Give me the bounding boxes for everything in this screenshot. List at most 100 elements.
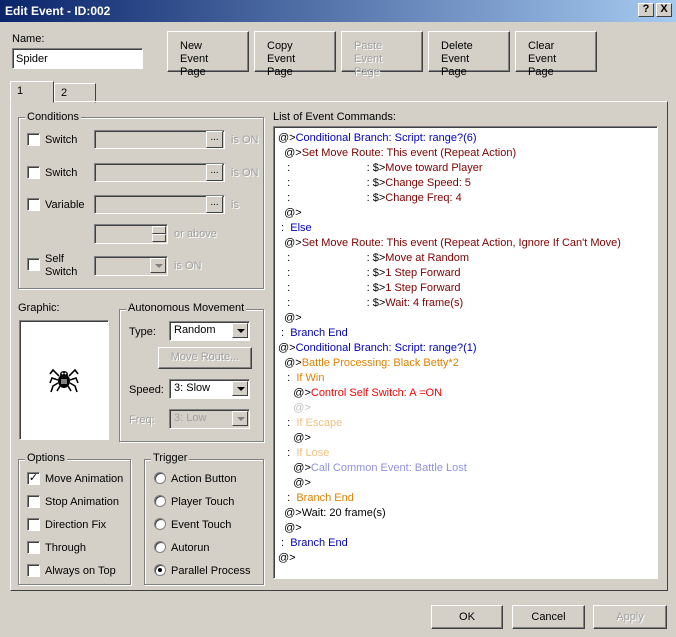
trigger-action-button-radio[interactable] <box>154 472 166 484</box>
name-label: Name: <box>12 33 45 45</box>
trigger-autorun-radio[interactable] <box>154 541 166 553</box>
move-type-select[interactable]: Random <box>169 321 250 341</box>
always-on-top-checkbox[interactable] <box>27 564 40 577</box>
chevron-down-icon <box>232 411 248 426</box>
speed-select[interactable]: 3: Slow <box>169 379 250 399</box>
command-prefix: @> <box>278 522 302 534</box>
command-line[interactable]: : : $>Change Speed: 5 <box>278 176 471 191</box>
command-line[interactable]: : : $>Move toward Player <box>278 161 482 176</box>
command-text: Control Self Switch: A =ON <box>310 387 443 399</box>
command-line[interactable]: : Branch End <box>278 536 348 551</box>
trigger-action-button-label: Action Button <box>171 473 237 485</box>
tab-page-1-label: 1 <box>17 85 24 97</box>
stop-animation-checkbox[interactable] <box>27 495 40 508</box>
command-prefix: @> <box>278 507 302 519</box>
command-line[interactable]: @> <box>278 551 296 566</box>
command-text: Branch End <box>296 492 354 504</box>
variable-browse-button[interactable]: ... <box>206 196 223 213</box>
command-prefix: @> <box>278 342 296 354</box>
title-bar[interactable]: Edit Event - ID:002 ? X <box>0 0 676 22</box>
through-checkbox[interactable] <box>27 541 40 554</box>
switch2-checkbox[interactable] <box>27 166 40 179</box>
command-line[interactable]: : Branch End <box>278 491 354 506</box>
trigger-event-touch-label: Event Touch <box>171 519 232 531</box>
apply-button[interactable]: Apply <box>593 605 667 629</box>
trigger-event-touch-radio[interactable] <box>154 518 166 530</box>
command-line[interactable]: @>Wait: 20 frame(s) <box>278 506 386 521</box>
command-line[interactable]: @>Battle Processing: Black Betty*2 <box>278 356 459 371</box>
trigger-player-touch-radio[interactable] <box>154 495 166 507</box>
self-switch-suffix: is ON <box>174 260 202 272</box>
delete-event-page-button[interactable]: Delete Event Page <box>428 31 510 78</box>
command-line[interactable]: : : $>1 Step Forward <box>278 266 460 281</box>
variable-above-suffix: or above <box>174 228 217 240</box>
command-prefix: @> <box>278 552 296 564</box>
cancel-button[interactable]: Cancel <box>512 605 585 629</box>
self-switch-label: Self Switch <box>45 253 78 278</box>
self-switch-checkbox[interactable] <box>27 258 40 271</box>
command-prefix: : <box>278 222 291 234</box>
trigger-parallel-process-radio[interactable] <box>154 564 166 576</box>
command-line[interactable]: @> <box>278 311 302 326</box>
trigger-player-touch-label: Player Touch <box>171 496 235 508</box>
command-prefix: : : $> <box>278 192 386 204</box>
new-event-page-button[interactable]: New Event Page <box>167 31 249 78</box>
command-line[interactable]: @>Conditional Branch: Script: range?(1) <box>278 341 477 356</box>
switch2-browse-button[interactable]: ... <box>206 164 223 181</box>
command-text: 1 Step Forward <box>385 282 461 294</box>
command-line[interactable]: : : $>Wait: 4 frame(s) <box>278 296 463 311</box>
command-line[interactable]: @> <box>278 476 311 491</box>
command-prefix: : <box>278 537 291 549</box>
event-command-list[interactable]: @>Conditional Branch: Script: range?(6) … <box>273 126 658 579</box>
direction-fix-checkbox[interactable] <box>27 518 40 531</box>
command-line[interactable]: @>Set Move Route: This event (Repeat Act… <box>278 146 516 161</box>
variable-value-spinner[interactable] <box>94 224 168 244</box>
command-line[interactable]: @>Control Self Switch: A =ON <box>278 386 442 401</box>
help-button[interactable]: ? <box>638 3 654 17</box>
command-line[interactable]: : If Escape <box>278 416 342 431</box>
command-prefix: : <box>278 492 297 504</box>
command-line[interactable]: : If Win <box>278 371 324 386</box>
command-line[interactable]: @>Set Move Route: This event (Repeat Act… <box>278 236 621 251</box>
command-line[interactable]: : : $>Change Freq: 4 <box>278 191 462 206</box>
paste-event-page-button[interactable]: Paste Event Page <box>341 31 423 78</box>
command-line[interactable]: @>Call Common Event: Battle Lost <box>278 461 467 476</box>
command-text: Branch End <box>290 537 348 549</box>
command-line[interactable]: @> <box>278 206 302 221</box>
command-line[interactable]: @> <box>278 521 302 536</box>
move-animation-label: Move Animation <box>45 473 124 485</box>
command-text: Set Move Route: This event (Repeat Actio… <box>301 237 621 249</box>
command-text: Move at Random <box>385 252 470 264</box>
command-prefix: @> <box>278 147 302 159</box>
command-line[interactable]: : Else <box>278 221 312 236</box>
move-route-button[interactable]: Move Route... <box>158 347 252 369</box>
freq-select[interactable]: 3: Low <box>169 409 250 429</box>
switch1-label: Switch <box>45 134 78 146</box>
command-line[interactable]: : If Lose <box>278 446 329 461</box>
switch1-checkbox[interactable] <box>27 133 40 146</box>
close-button[interactable]: X <box>656 3 672 17</box>
command-line[interactable]: : : $>Move at Random <box>278 251 469 266</box>
command-text: If Escape <box>296 417 343 429</box>
ok-button[interactable]: OK <box>431 605 503 629</box>
command-text: Call Common Event: Battle Lost <box>310 462 467 474</box>
command-line[interactable]: @>Conditional Branch: Script: range?(6) <box>278 131 477 146</box>
command-text: If Win <box>296 372 325 384</box>
self-switch-select[interactable] <box>94 256 168 276</box>
move-animation-checkbox[interactable]: ✓ <box>27 472 40 485</box>
tab-page-1[interactable]: 1 <box>10 81 54 103</box>
switch1-browse-button[interactable]: ... <box>206 131 223 148</box>
command-line[interactable]: @> <box>278 401 311 416</box>
name-input[interactable] <box>12 48 143 69</box>
command-line[interactable]: : : $>1 Step Forward <box>278 281 461 296</box>
command-line[interactable]: @> <box>278 431 311 446</box>
graphic-preview[interactable] <box>19 320 109 440</box>
variable-suffix: is <box>231 199 239 211</box>
variable-checkbox[interactable] <box>27 198 40 211</box>
spinner-up-icon[interactable] <box>152 226 166 234</box>
tab-page-2[interactable]: 2 <box>54 83 96 103</box>
copy-event-page-button[interactable]: Copy Event Page <box>254 31 336 78</box>
clear-event-page-button[interactable]: Clear Event Page <box>515 31 597 78</box>
command-line[interactable]: : Branch End <box>278 326 348 341</box>
spinner-down-icon[interactable] <box>152 234 166 242</box>
